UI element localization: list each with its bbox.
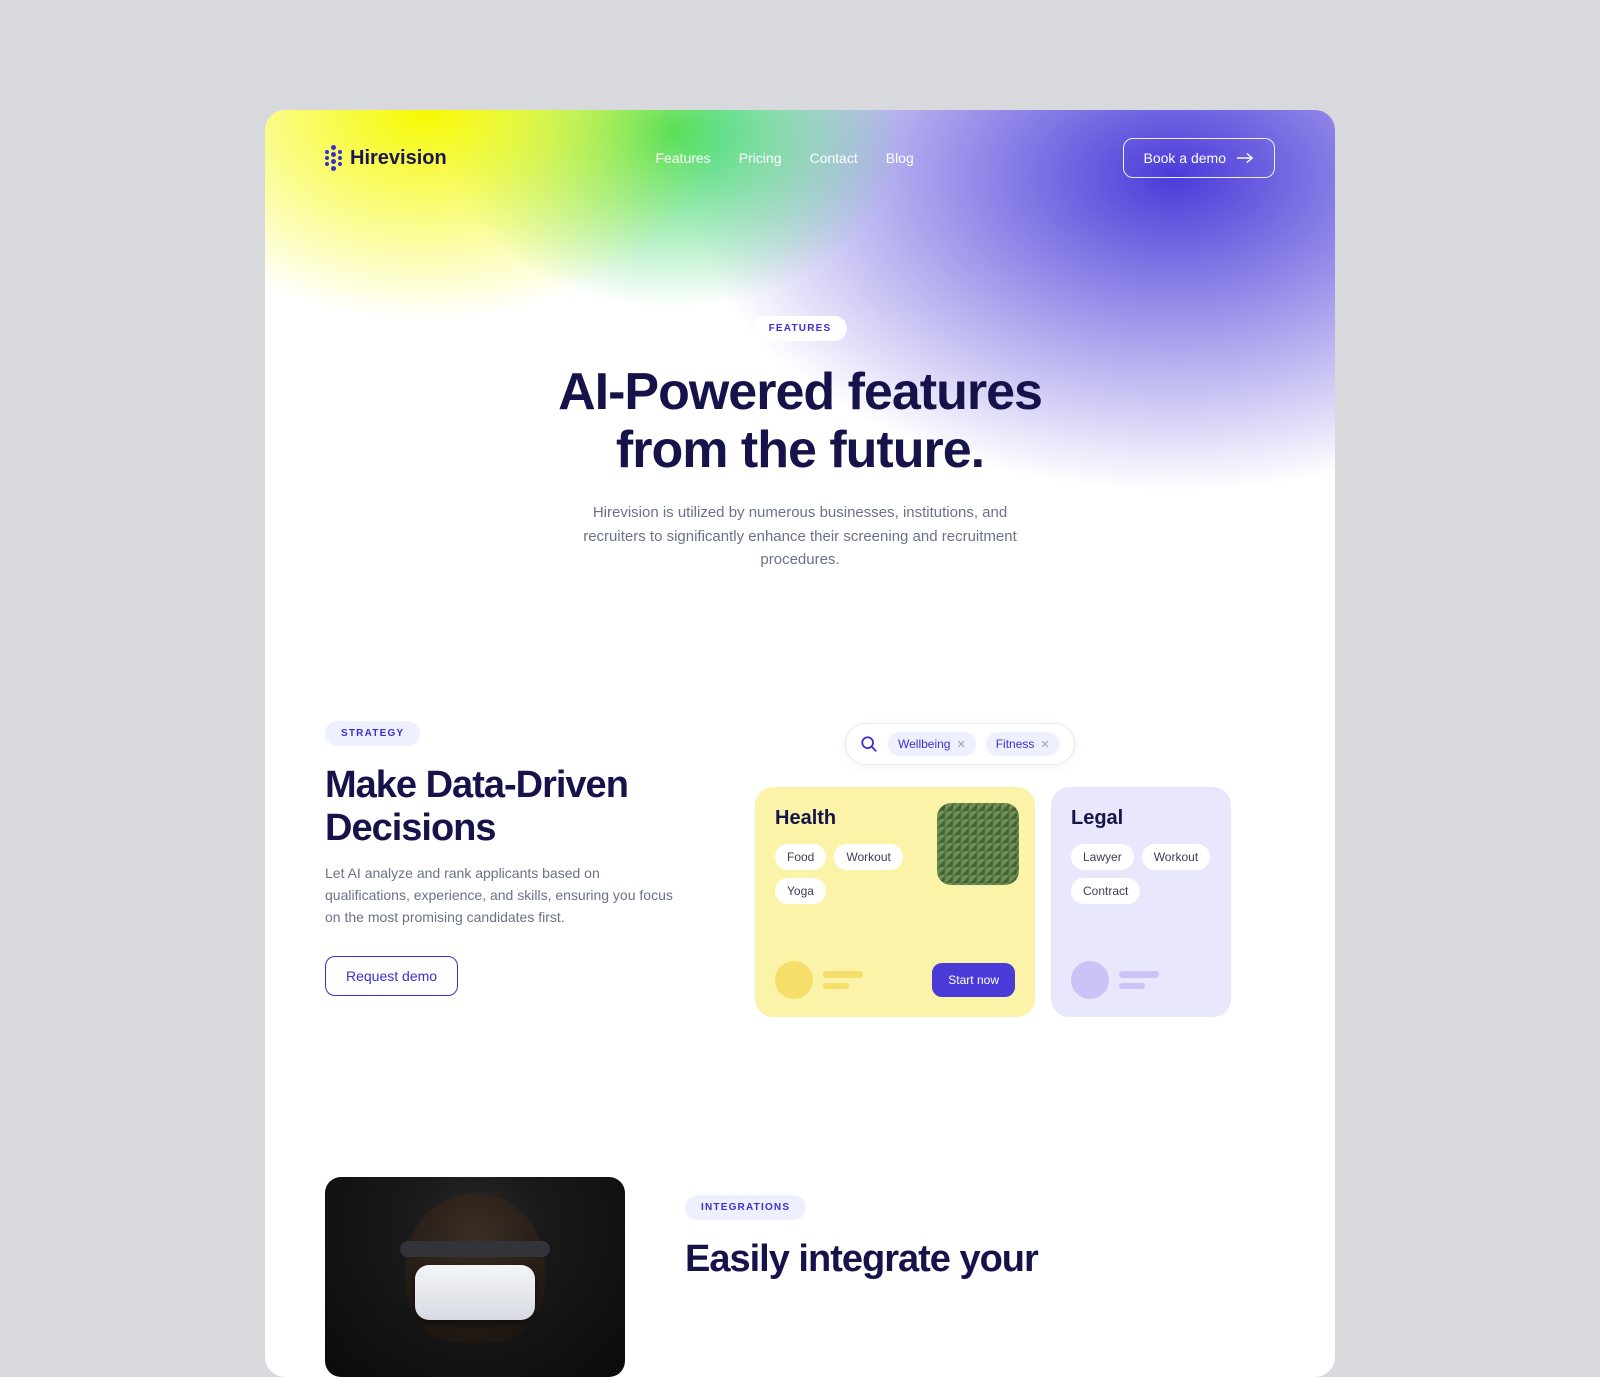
start-now-button[interactable]: Start now [932,963,1015,997]
cta-label: Book a demo [1144,150,1227,166]
feature1-body: Let AI analyze and rank applicants based… [325,863,685,928]
hero-title: AI-Powered features from the future. [325,363,1275,479]
card-legal[interactable]: Legal Lawyer Workout Contract [1051,787,1231,1017]
feature2-title: Easily integrate your [685,1238,1275,1281]
nav-contact[interactable]: Contact [809,150,857,166]
integrations-pill: INTEGRATIONS [685,1195,806,1220]
header: Hirevision Features Pricing Contact Blog… [265,110,1335,206]
card-health[interactable]: Health Food Workout Yoga Start [755,787,1035,1017]
nav-pricing[interactable]: Pricing [739,150,782,166]
close-icon[interactable]: ✕ [1040,738,1049,751]
close-icon[interactable]: ✕ [956,738,965,751]
feature1-title: Make Data-Driven Decisions [325,764,705,849]
feature-integrations: INTEGRATIONS Easily integrate your [265,1017,1335,1377]
cards-illustration: Wellbeing ✕ Fitness ✕ Health Food Workou… [745,721,1275,1017]
hero: FEATURES AI-Powered features from the fu… [265,206,1335,571]
search-tag-fitness[interactable]: Fitness ✕ [986,732,1060,756]
feature-strategy: STRATEGY Make Data-Driven Decisions Let … [265,571,1335,1017]
chip-lawyer[interactable]: Lawyer [1071,844,1134,870]
chip-workout[interactable]: Workout [834,844,902,870]
search-tag-wellbeing[interactable]: Wellbeing ✕ [888,732,976,756]
logo[interactable]: Hirevision [325,145,447,171]
hero-pill: FEATURES [753,316,848,341]
avatar [1071,961,1109,999]
food-image [937,803,1019,885]
nav-blog[interactable]: Blog [886,150,914,166]
chip-contract[interactable]: Contract [1071,878,1140,904]
placeholder-lines [1119,971,1211,989]
strategy-pill: STRATEGY [325,721,420,746]
arrow-right-icon [1236,152,1254,164]
chip-workout2[interactable]: Workout [1142,844,1210,870]
brand-name: Hirevision [350,147,447,170]
logo-mark-icon [325,145,342,171]
vr-headset-image [325,1177,625,1377]
main-nav: Features Pricing Contact Blog [655,150,913,166]
nav-features[interactable]: Features [655,150,710,166]
chip-food[interactable]: Food [775,844,826,870]
hero-subtitle: Hirevision is utilized by numerous busin… [570,501,1030,571]
placeholder-lines [823,971,922,989]
search-icon [860,735,878,753]
search-pill[interactable]: Wellbeing ✕ Fitness ✕ [845,723,1075,765]
request-demo-button[interactable]: Request demo [325,956,458,996]
avatar [775,961,813,999]
book-demo-button[interactable]: Book a demo [1123,138,1276,178]
card-legal-title: Legal [1071,807,1211,830]
chip-yoga[interactable]: Yoga [775,878,826,904]
